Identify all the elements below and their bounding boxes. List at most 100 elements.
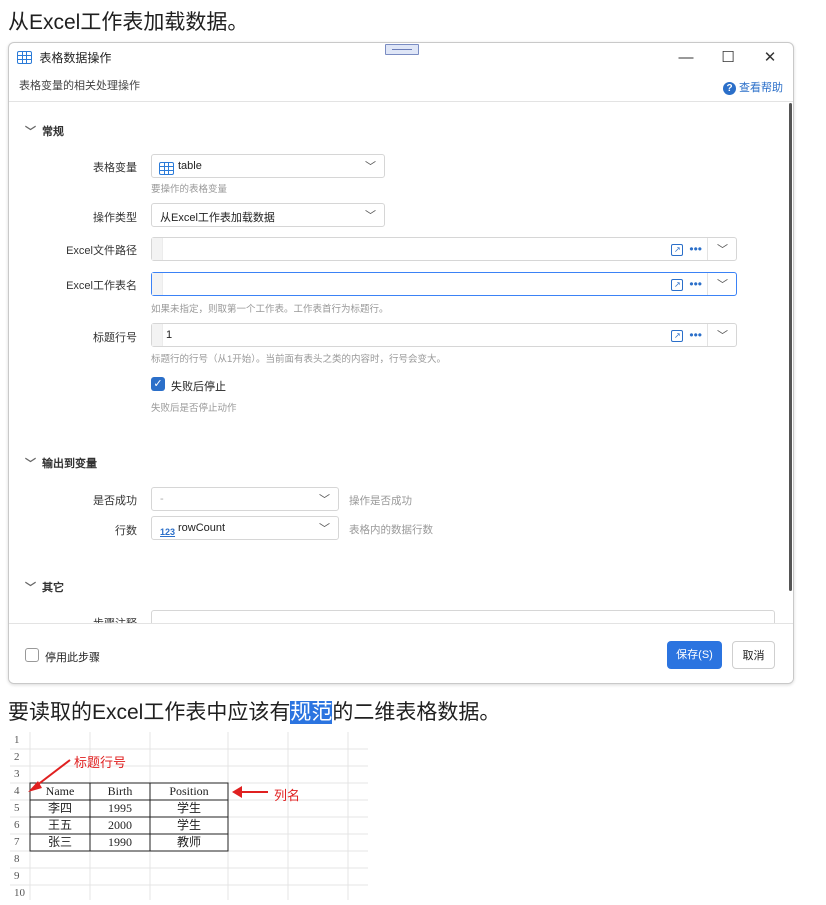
- close-button[interactable]: ✕: [755, 47, 785, 69]
- column-header: Name: [45, 784, 75, 798]
- expand-icon[interactable]: ↗: [671, 278, 684, 291]
- field-actions: ↗ •••: [671, 242, 702, 256]
- field-grip: [152, 273, 163, 295]
- chevron-down-icon: ﹀: [25, 458, 36, 470]
- row-number: 6: [14, 819, 20, 831]
- column-header: Birth: [107, 784, 133, 798]
- chevron-down-icon[interactable]: ﹀: [717, 276, 728, 292]
- help-link[interactable]: ? 查看帮助: [723, 79, 783, 95]
- row-number: 1: [14, 734, 20, 746]
- row-number: 8: [14, 853, 20, 865]
- excel-sheet-label: Excel工作表名: [66, 280, 137, 292]
- sheet-row: 李四 1995 学生: [30, 800, 228, 817]
- chevron-down-icon: ﹀: [365, 210, 376, 222]
- table-var-hint: 要操作的表格变量: [151, 184, 228, 195]
- stop-on-fail-label: 失败后停止: [171, 381, 226, 393]
- header-row-label: 标题行号: [93, 332, 137, 344]
- table-icon: [17, 51, 32, 64]
- header-row-value: 1: [166, 329, 173, 341]
- field-separator: [707, 324, 708, 346]
- table-var-value: table: [178, 160, 202, 172]
- sheet-cell: 1990: [108, 835, 132, 849]
- section-other-label: 其它: [42, 582, 64, 594]
- op-type-value: 从Excel工作表加载数据: [160, 212, 275, 224]
- dialog-footer: 停用此步骤 保存(S) 取消: [9, 623, 793, 683]
- stop-on-fail-hint: 失败后是否停止动作: [151, 403, 237, 414]
- row-number: 2: [14, 751, 20, 763]
- sheet-cell: 学生: [176, 801, 201, 815]
- header-row-hint: 标题行的行号（从1开始）。当前面有表头之类的内容时，行号会变大。: [151, 354, 447, 365]
- disable-step-checkbox[interactable]: [25, 648, 39, 662]
- row-count-hint: 表格内的数据行数: [349, 524, 433, 536]
- sheet-cell: 1995: [108, 801, 132, 815]
- row-number: 4: [14, 785, 20, 797]
- header-divider: [9, 101, 793, 102]
- success-select[interactable]: - ﹀: [151, 487, 339, 511]
- section-output-label: 输出到变量: [42, 458, 97, 470]
- row-number: 10: [14, 887, 25, 899]
- field-actions: ↗ •••: [671, 277, 702, 291]
- page-heading: 从Excel工作表加载数据。: [8, 11, 249, 34]
- row-number: 7: [14, 836, 20, 848]
- table-var-label: 表格变量: [93, 162, 137, 174]
- disable-step-label: 停用此步骤: [45, 652, 100, 664]
- help-icon: ?: [723, 81, 736, 95]
- scrollbar[interactable]: [789, 103, 792, 591]
- field-grip: [152, 238, 163, 260]
- row-count-value: rowCount: [178, 522, 226, 534]
- heading-part-2: 的二维表格数据。: [332, 701, 501, 724]
- annotation-header-row: 标题行号: [74, 755, 127, 770]
- number-icon: 123: [160, 527, 176, 537]
- chevron-down-icon: ﹀: [365, 161, 376, 173]
- more-icon[interactable]: •••: [689, 277, 702, 291]
- cancel-button[interactable]: 取消: [732, 641, 775, 669]
- drag-handle[interactable]: [385, 44, 419, 55]
- table-var-select[interactable]: table ﹀: [151, 154, 385, 178]
- sheet-table: Name Birth Position 李四 1995 学生 王五 2000 学…: [30, 783, 228, 851]
- sheet-cell: 王五: [47, 818, 72, 832]
- help-label: 查看帮助: [739, 82, 783, 94]
- excel-path-input[interactable]: ↗ ••• ﹀: [151, 237, 737, 261]
- sheet-cell: 张三: [47, 835, 72, 849]
- dialog-subtitle: 表格变量的相关处理操作: [19, 80, 140, 92]
- maximize-button[interactable]: ☐: [713, 47, 743, 69]
- section-general[interactable]: ﹀ 常规: [25, 123, 64, 139]
- section-output[interactable]: ﹀ 输出到变量: [25, 455, 97, 471]
- chevron-down-icon[interactable]: ﹀: [717, 327, 728, 343]
- sheet-cell: 李四: [47, 801, 72, 815]
- op-type-label: 操作类型: [93, 212, 137, 224]
- success-label: 是否成功: [93, 495, 137, 507]
- field-grip: [152, 324, 163, 346]
- field-separator: [707, 273, 708, 295]
- field-actions: ↗ •••: [671, 328, 702, 342]
- dialog-title-bar: 表格数据操作: [17, 49, 111, 66]
- field-separator: [707, 238, 708, 260]
- heading-part-1: 要读取的Excel工作表中应该有: [8, 701, 291, 724]
- chevron-down-icon[interactable]: ﹀: [717, 241, 728, 257]
- row-number: 9: [14, 870, 20, 882]
- sheet-row: 王五 2000 学生: [30, 817, 228, 834]
- more-icon[interactable]: •••: [689, 242, 702, 256]
- sheet-cell: 教师: [176, 835, 201, 849]
- minimize-button[interactable]: —: [671, 47, 701, 69]
- excel-sheet-hint: 如果未指定，则取第一个工作表。工作表首行为标题行。: [151, 304, 389, 315]
- stop-on-fail-checkbox[interactable]: ✓: [151, 377, 165, 391]
- expand-icon[interactable]: ↗: [671, 329, 684, 342]
- table-data-dialog: 表格数据操作 — ☐ ✕ 表格变量的相关处理操作 ? 查看帮助 ﹀ 常规 表格变量 …: [8, 42, 794, 684]
- annotation-column-names: 列名: [274, 788, 301, 803]
- excel-sheet-input[interactable]: ↗ ••• ﹀: [151, 272, 737, 296]
- dialog-title: 表格数据操作: [39, 51, 112, 65]
- chevron-down-icon: ﹀: [319, 523, 330, 535]
- row-number: 3: [14, 768, 20, 780]
- more-icon[interactable]: •••: [689, 328, 702, 342]
- header-row-input[interactable]: 1 ↗ ••• ﹀: [151, 323, 737, 347]
- page-heading-2: 要读取的Excel工作表中应该有规范的二维表格数据。: [8, 696, 500, 726]
- section-other[interactable]: ﹀ 其它: [25, 579, 64, 595]
- op-type-select[interactable]: 从Excel工作表加载数据 ﹀: [151, 203, 385, 227]
- sheet-header-row: Name Birth Position: [30, 783, 228, 800]
- row-count-select[interactable]: 123 rowCount ﹀: [151, 516, 339, 540]
- save-button[interactable]: 保存(S): [667, 641, 722, 669]
- spreadsheet-example: 1 2 3 4 5 6 7 8 9 10 Name Birth Position 李四 1995 …: [10, 732, 368, 900]
- excel-path-label: Excel文件路径: [66, 245, 137, 257]
- expand-icon[interactable]: ↗: [671, 243, 684, 256]
